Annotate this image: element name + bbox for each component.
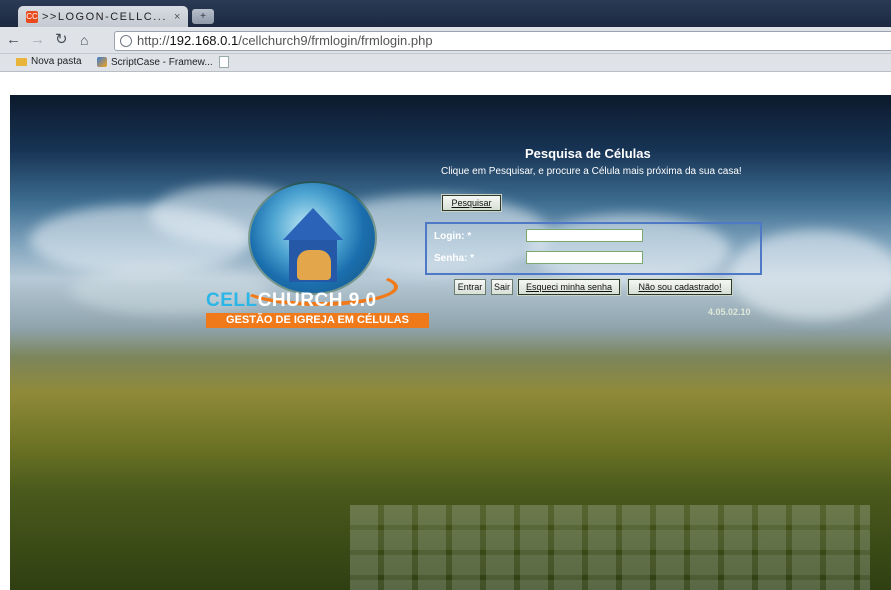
page-info-icon[interactable] <box>120 35 132 47</box>
people-icon <box>297 250 331 280</box>
search-title: Pesquisa de Células <box>525 146 651 161</box>
folder-icon <box>16 57 27 66</box>
login-input[interactable] <box>526 229 643 242</box>
bookmark-scriptcase[interactable]: ScriptCase - Framew... <box>97 56 229 68</box>
bookmark-nova-pasta[interactable]: Nova pasta <box>16 56 82 67</box>
search-button[interactable]: Pesquisar <box>441 194 502 212</box>
password-label: Senha: * <box>434 253 475 264</box>
search-description: Clique em Pesquisar, e procure a Célula … <box>441 166 742 177</box>
exit-button[interactable]: Sair <box>491 279 513 295</box>
forward-icon[interactable]: → <box>30 31 45 49</box>
tab-title: >>LOGON-CELLC... <box>42 10 167 23</box>
password-input[interactable] <box>526 251 643 264</box>
new-tab-button[interactable]: + <box>192 9 214 24</box>
keyboard-watermark <box>350 505 870 590</box>
login-label: Login: * <box>434 231 472 242</box>
enter-button[interactable]: Entrar <box>454 279 486 295</box>
browser-toolbar: ← → ↻ ⌂ http://192.168.0.1/cellchurch9/f… <box>0 27 891 54</box>
home-icon[interactable]: ⌂ <box>80 31 88 49</box>
address-bar[interactable]: http://192.168.0.1/cellchurch9/frmlogin/… <box>114 31 891 51</box>
favicon-icon: CC <box>26 10 38 23</box>
register-button[interactable]: Não sou cadastrado! <box>627 278 733 296</box>
brand-name: CELLCHURCH 9.0 <box>206 290 377 311</box>
reload-icon[interactable]: ↻ <box>55 31 68 49</box>
page-icon <box>218 56 229 68</box>
tab-close-icon[interactable]: × <box>174 11 188 23</box>
browser-titlebar: CC >>LOGON-CELLC... × + <box>0 0 891 27</box>
brand-tagline: GESTÃO DE IGREJA EM CÉLULAS <box>206 313 429 328</box>
forgot-password-button[interactable]: Esqueci minha senha <box>517 278 621 296</box>
address-url: http://192.168.0.1/cellchurch9/frmlogin/… <box>137 33 433 48</box>
browser-tab[interactable]: CC >>LOGON-CELLC... × <box>18 6 188 27</box>
church-icon <box>283 208 343 240</box>
version-label: 4.05.02.10 <box>708 307 751 317</box>
scriptcase-icon <box>97 57 107 67</box>
back-icon[interactable]: ← <box>6 31 21 49</box>
bookmarks-bar: Nova pasta ScriptCase - Framew... <box>0 54 891 72</box>
